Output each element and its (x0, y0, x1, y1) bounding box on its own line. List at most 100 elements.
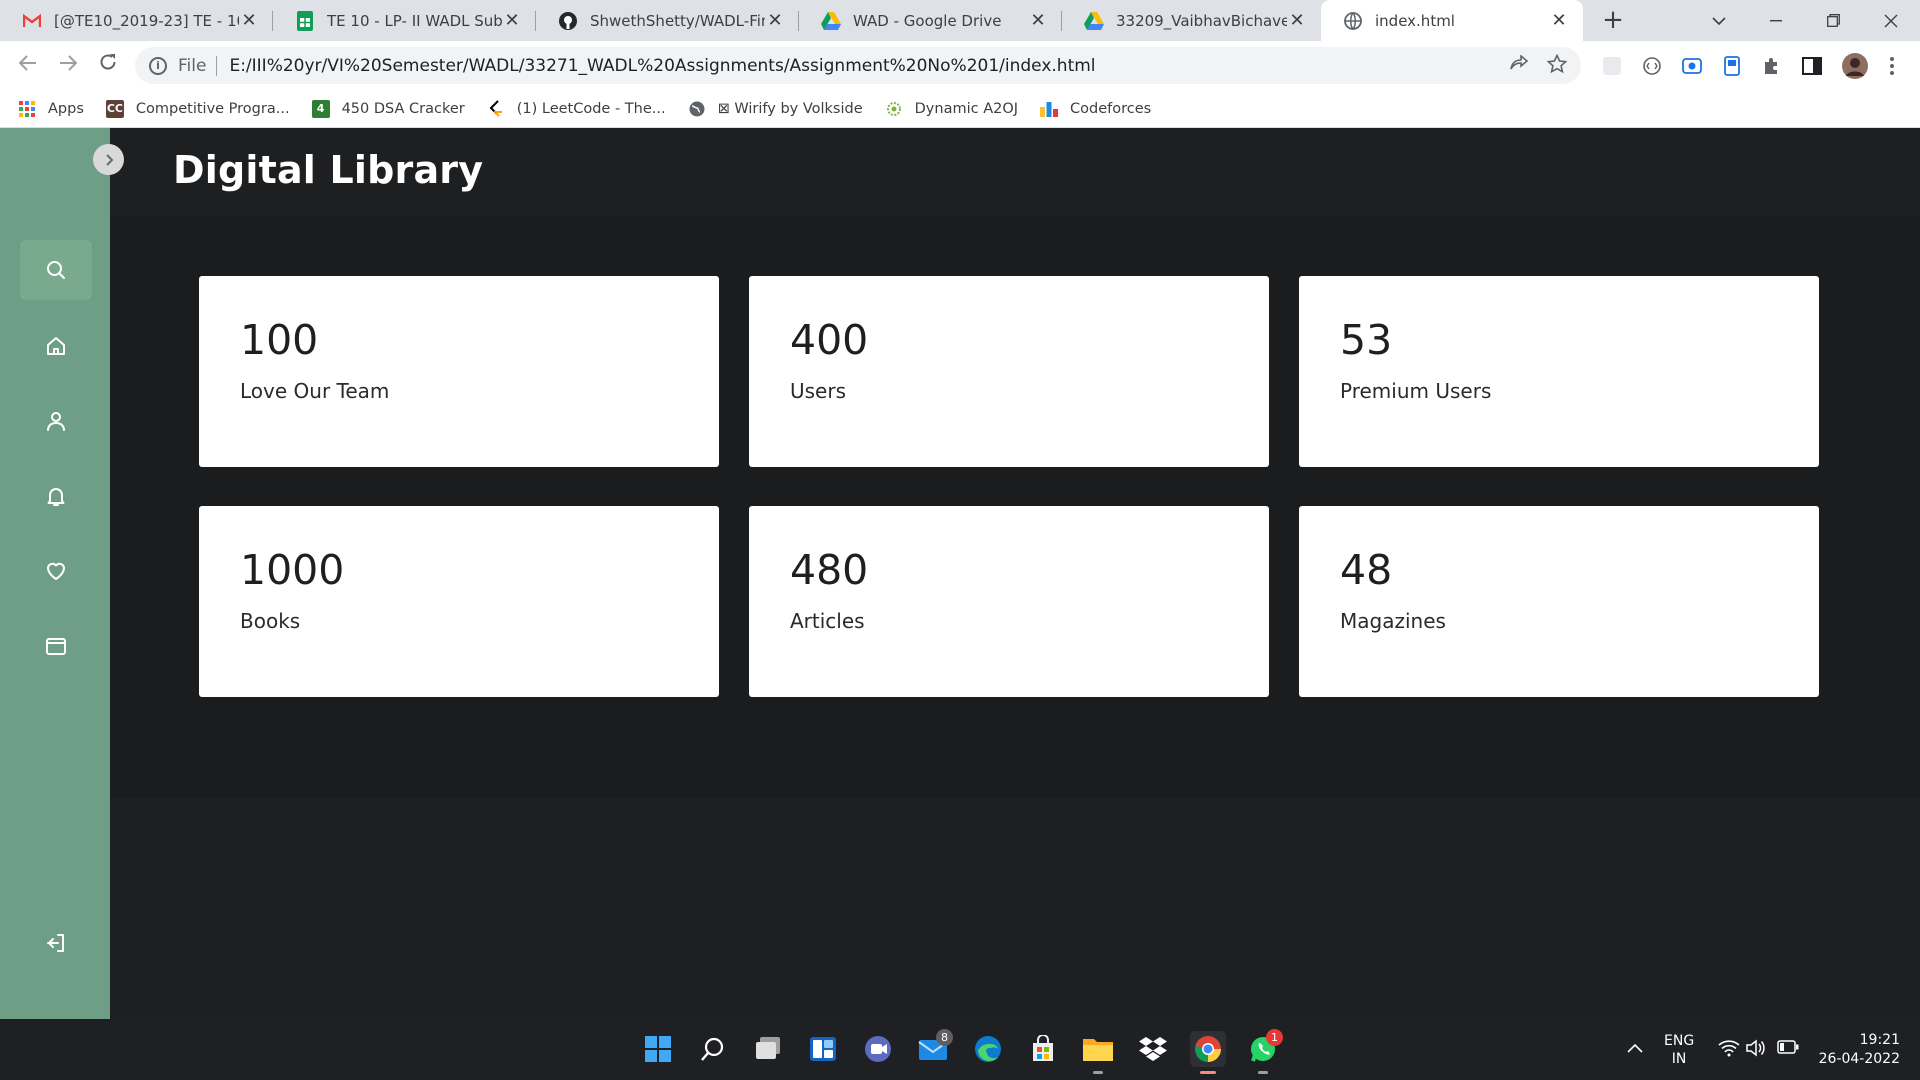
new-tab-button[interactable]: + (1598, 6, 1628, 36)
sidebar-toggle-button[interactable] (93, 144, 124, 175)
page-header: Digital Library (110, 128, 1920, 216)
more-menu-icon[interactable] (1880, 54, 1904, 78)
stat-card: 100 Love Our Team (199, 276, 719, 467)
bookmark-leetcode[interactable]: (1) LeetCode - The... (487, 99, 666, 118)
store-button[interactable] (1025, 1031, 1061, 1067)
extension-icon[interactable] (1720, 54, 1744, 78)
tab-title: 33209_VaibhavBichave_WA (1116, 11, 1287, 30)
profile-avatar[interactable] (1841, 52, 1869, 80)
share-icon[interactable] (1509, 54, 1529, 79)
whatsapp-button[interactable]: 1 (1245, 1029, 1283, 1074)
reload-button[interactable] (94, 52, 122, 80)
bookmark-codeforces[interactable]: Codeforces (1040, 100, 1151, 118)
clock[interactable]: 19:21 26-04-2022 (1812, 1031, 1900, 1069)
sidebar-item-home[interactable] (20, 316, 92, 376)
bookmark-label: Apps (48, 100, 84, 117)
screen-recorder-icon[interactable] (1680, 54, 1704, 78)
sidebar-item-search[interactable] (20, 240, 92, 300)
extension-icon[interactable] (1640, 54, 1664, 78)
back-button[interactable] (14, 52, 42, 80)
running-indicator (1258, 1071, 1268, 1074)
tab-title: TE 10 - LP- II WADL Submis (327, 11, 502, 30)
stat-card: 48 Magazines (1299, 506, 1819, 697)
bookmark-label: Competitive Progra... (135, 100, 290, 117)
minimize-button[interactable] (1747, 0, 1805, 41)
stat-value: 400 (790, 316, 869, 364)
bookmark-apps[interactable]: Apps (18, 100, 84, 118)
running-indicator (1200, 1071, 1216, 1074)
tab-gmail[interactable]: [@TE10_2019-23] TE - 10 : ✕ (0, 0, 273, 41)
close-icon[interactable]: ✕ (1028, 10, 1048, 31)
browser-toolbar: i File E:/III%20yr/VI%20Semester/WADL/33… (0, 41, 1920, 90)
chrome-icon (1195, 1036, 1221, 1063)
edge-button[interactable] (970, 1031, 1006, 1067)
tab-title: ShwethShetty/WADL-Final (590, 11, 765, 30)
bell-icon (47, 488, 65, 506)
restore-button[interactable] (1804, 0, 1862, 41)
gmail-icon (22, 11, 42, 31)
bookmark-star-icon[interactable] (1546, 53, 1568, 79)
close-icon[interactable]: ✕ (765, 10, 785, 31)
extension-icon[interactable] (1600, 54, 1624, 78)
tab-sheets[interactable]: TE 10 - LP- II WADL Submis ✕ (273, 0, 536, 41)
volume-icon[interactable] (1746, 1039, 1766, 1061)
windows-icon (645, 1036, 671, 1062)
sidebar-item-notifications[interactable] (20, 466, 92, 526)
tab-index-html[interactable]: index.html ✕ (1321, 0, 1583, 41)
sidebar-item-wallet[interactable] (20, 616, 92, 676)
sidebar (0, 128, 110, 1019)
side-panel-icon[interactable] (1800, 54, 1824, 78)
close-window-button[interactable] (1862, 0, 1920, 41)
sidebar-item-favorites[interactable] (20, 541, 92, 601)
close-icon[interactable]: ✕ (1549, 10, 1569, 31)
page-viewport: Digital Library 100 Love Our Team 400 Us… (0, 128, 1920, 1019)
close-icon[interactable]: ✕ (239, 10, 259, 31)
bookmark-a2oj[interactable]: Dynamic A2OJ (885, 100, 1018, 118)
mail-button[interactable]: 8 (915, 1029, 953, 1067)
close-icon[interactable]: ✕ (502, 10, 522, 31)
clock-date: 26-04-2022 (1818, 1051, 1900, 1067)
tab-drive[interactable]: WAD - Google Drive ✕ (799, 0, 1062, 41)
drive-icon (821, 11, 841, 31)
close-icon[interactable]: ✕ (1287, 10, 1307, 31)
running-indicator (1093, 1071, 1103, 1074)
info-icon[interactable]: i (149, 56, 167, 75)
widgets-button[interactable] (805, 1031, 841, 1067)
stats-panel: 100 Love Our Team 400 Users 53 Premium U… (110, 216, 1920, 798)
search-icon (701, 1037, 724, 1061)
sidebar-item-logout[interactable] (20, 913, 92, 973)
taskbar: 8 1 ENG IN 19:21 26-04-2022 (0, 1019, 1920, 1080)
tab-search-chevron-icon[interactable] (1690, 0, 1748, 41)
mail-badge: 8 (936, 1029, 953, 1046)
show-hidden-icons-button[interactable] (1627, 1041, 1643, 1057)
taskbar-search-button[interactable] (695, 1031, 731, 1067)
stat-label: Magazines (1340, 609, 1446, 633)
dropbox-button[interactable] (1135, 1031, 1171, 1067)
tab-drive-2[interactable]: 33209_VaibhavBichave_WA ✕ (1062, 0, 1321, 41)
leetcode-icon (487, 99, 505, 118)
stat-card: 1000 Books (199, 506, 719, 697)
wifi-icon[interactable] (1718, 1039, 1740, 1061)
chrome-button[interactable] (1190, 1031, 1226, 1074)
task-view-button[interactable] (750, 1031, 786, 1067)
teams-chat-button[interactable] (860, 1031, 896, 1067)
globe-icon (688, 100, 706, 118)
battery-icon[interactable] (1777, 1040, 1799, 1058)
url-text[interactable]: E:/III%20yr/VI%20Semester/WADL/33271_WAD… (229, 56, 1095, 76)
bookmark-competitive-programming[interactable]: CC Competitive Progra... (105, 99, 290, 118)
stat-card: 53 Premium Users (1299, 276, 1819, 467)
bookmark-label: 450 DSA Cracker (341, 100, 465, 117)
sidebar-item-profile[interactable] (20, 391, 92, 451)
language-indicator[interactable]: ENG IN (1664, 1032, 1694, 1068)
address-bar[interactable]: i File E:/III%20yr/VI%20Semester/WADL/33… (135, 47, 1581, 84)
bookmark-wirify[interactable]: ⊠ Wirify by Volkside (688, 100, 863, 118)
extensions-puzzle-icon[interactable] (1760, 54, 1784, 78)
cc-icon: CC (105, 99, 124, 118)
tab-github[interactable]: ShwethShetty/WADL-Final ✕ (536, 0, 799, 41)
file-explorer-button[interactable] (1080, 1031, 1116, 1074)
forward-button[interactable] (54, 52, 82, 80)
stat-label: Books (240, 609, 301, 633)
bookmark-450-dsa[interactable]: 4 450 DSA Cracker (311, 99, 465, 118)
github-icon (558, 11, 578, 31)
start-button[interactable] (640, 1031, 676, 1067)
